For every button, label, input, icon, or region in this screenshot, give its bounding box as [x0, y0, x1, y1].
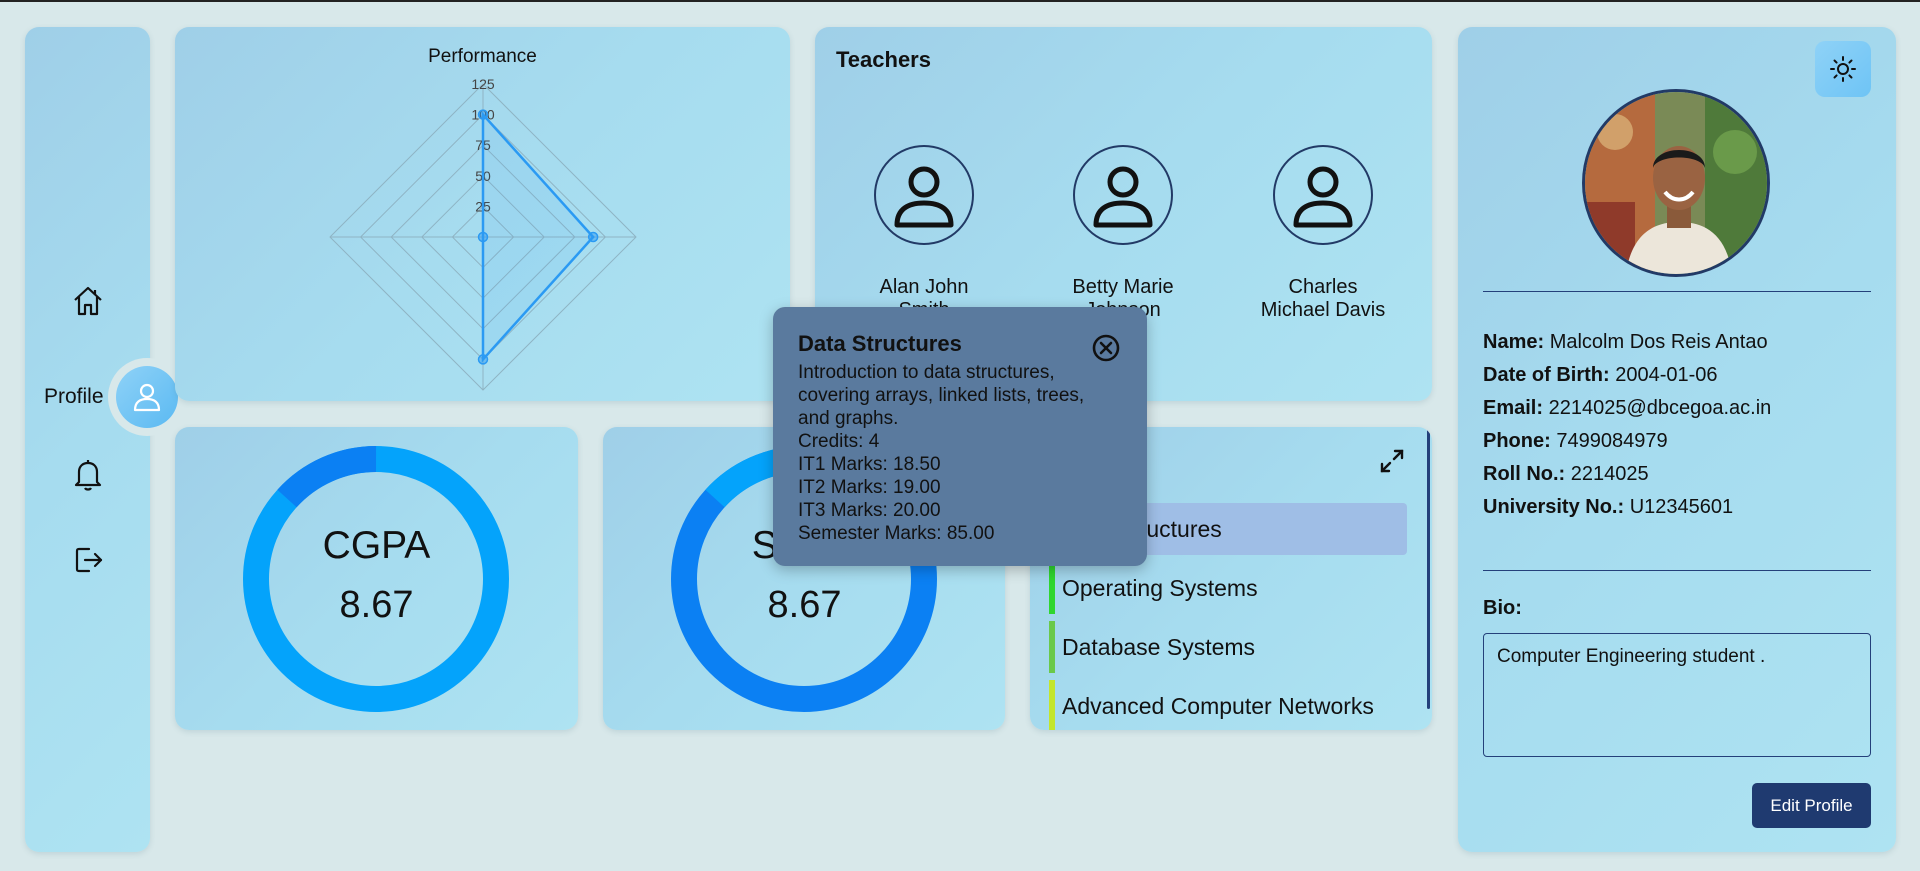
subject-name: Advanced Computer Networks [1062, 692, 1374, 719]
subject-item[interactable]: Advanced Computer Networks [1049, 680, 1407, 730]
subject-name: Operating Systems [1062, 574, 1258, 601]
radar-tick-label: 125 [471, 76, 495, 92]
divider [1483, 570, 1871, 571]
performance-card: Performance 125100755025 [175, 27, 790, 401]
popup-it1: IT1 Marks: 18.50 [798, 454, 941, 475]
profile-dob: Date of Birth: 2004-01-06 [1483, 364, 1718, 386]
user-icon[interactable] [116, 366, 178, 428]
popup-description: Introduction to data structures, coverin… [798, 362, 1085, 429]
profile-roll: Roll No.: 2214025 [1483, 463, 1649, 485]
user-icon [1073, 145, 1173, 245]
sidebar: Profile [25, 27, 186, 852]
bell-icon[interactable] [69, 455, 107, 493]
profile-card: Name: Malcolm Dos Reis Antao Date of Bir… [1458, 27, 1896, 852]
profile-phone: Phone: 7499084979 [1483, 430, 1668, 452]
subject-item[interactable]: Operating Systems [1049, 562, 1407, 614]
popup-it3: IT3 Marks: 20.00 [798, 500, 941, 521]
subject-details-popup: Data Structures Introduction to data str… [773, 307, 1147, 566]
user-icon [874, 145, 974, 245]
divider [1483, 291, 1871, 292]
radar-series-line [481, 111, 595, 363]
profile-name: Name: Malcolm Dos Reis Antao [1483, 331, 1768, 353]
user-icon [1273, 145, 1373, 245]
top-border [0, 0, 1920, 2]
subject-name: Database Systems [1062, 633, 1256, 660]
expand-icon[interactable] [1378, 447, 1406, 475]
teacher-name: Charles Michael Davis [1260, 276, 1386, 321]
teacher-card[interactable]: Charles Michael Davis [1223, 145, 1423, 322]
theme-toggle-button[interactable] [1815, 41, 1871, 97]
edit-profile-button[interactable]: Edit Profile [1752, 783, 1871, 828]
subject-item[interactable]: Database Systems [1049, 621, 1407, 673]
profile-info: Name: Malcolm Dos Reis Antao Date of Bir… [1483, 326, 1771, 524]
profile-university-no: University No.: U12345601 [1483, 496, 1734, 518]
teacher-card[interactable]: Alan JohnSmith [824, 145, 1024, 322]
sgpa-value: 8.67 [767, 584, 842, 626]
logout-icon[interactable] [69, 541, 107, 579]
cgpa-card: CGPA 8.67 [175, 427, 578, 730]
profile-email: Email: 2214025@dbcegoa.ac.in [1483, 397, 1772, 419]
sidebar-item-profile[interactable]: Profile [25, 357, 186, 437]
teacher-card[interactable]: Betty MarieJohnson [1023, 145, 1223, 322]
close-icon[interactable] [1091, 333, 1121, 363]
scrollbar[interactable] [1427, 429, 1430, 709]
teachers-title: Teachers [836, 47, 931, 72]
popup-it2: IT2 Marks: 19.00 [798, 477, 941, 498]
radar-point [477, 354, 489, 365]
bio-label: Bio: [1483, 597, 1522, 619]
popup-semester: Semester Marks: 85.00 [798, 523, 995, 544]
cgpa-donut-chart [243, 446, 509, 712]
popup-credits: Credits: 4 [798, 431, 880, 452]
subject-color-bar [1049, 680, 1055, 730]
radar-point [477, 231, 489, 243]
avatar [1582, 89, 1770, 277]
subject-color-bar [1049, 621, 1055, 673]
popup-title: Data Structures [798, 331, 962, 356]
cgpa-value: 8.67 [339, 584, 414, 626]
performance-radar-chart: 125100755025 [329, 76, 637, 391]
cgpa-label: CGPA [322, 524, 431, 567]
home-icon[interactable] [69, 282, 107, 320]
sun-icon [1830, 56, 1856, 82]
radar-point [477, 109, 489, 120]
radar-point [587, 231, 599, 243]
subject-color-bar [1049, 562, 1055, 614]
bio-textarea[interactable]: Computer Engineering student . [1483, 633, 1871, 757]
sidebar-item-label: Profile [44, 385, 104, 408]
